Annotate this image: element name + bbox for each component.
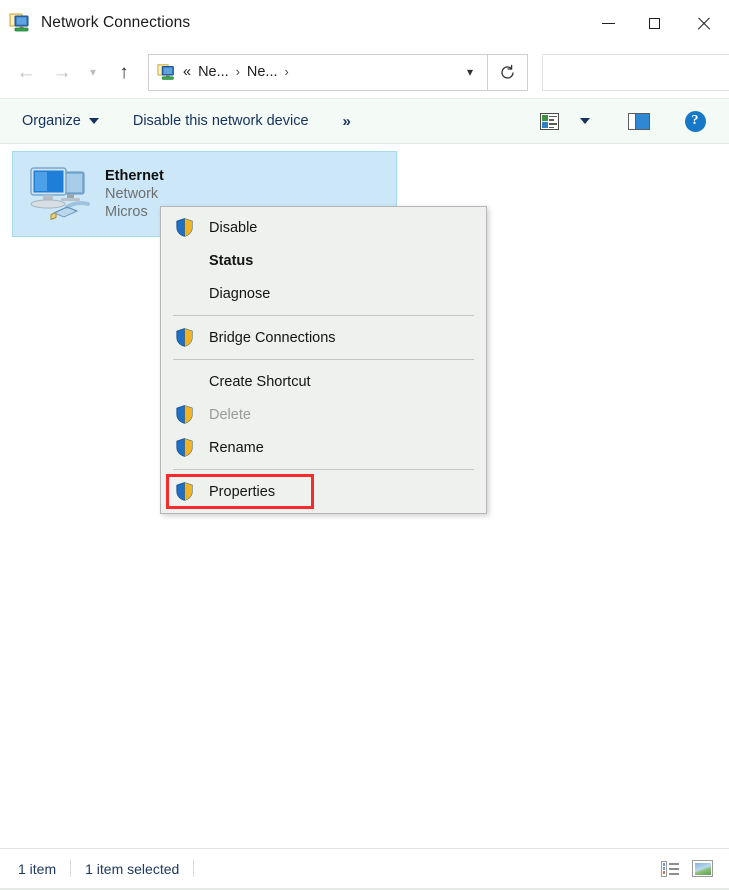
breadcrumb-separator-1[interactable]: ›	[236, 65, 240, 79]
help-icon: ?	[684, 110, 706, 132]
change-view-icon	[539, 112, 559, 130]
menu-item-label: Diagnose	[209, 285, 271, 302]
large-icons-view-button[interactable]	[692, 860, 713, 877]
shield-icon	[173, 328, 195, 347]
details-view-icon	[661, 860, 680, 877]
status-item-count: 1 item	[18, 860, 57, 877]
connection-name: Ethernet	[105, 168, 164, 184]
refresh-button[interactable]	[488, 53, 528, 91]
menu-separator	[173, 315, 474, 316]
large-icons-view-icon	[692, 860, 713, 877]
connection-adapter: Micros	[105, 204, 148, 220]
toolbar-right-group: ?	[527, 101, 717, 141]
connection-labels: Ethernet Network Micros	[105, 168, 164, 220]
menu-item-disable[interactable]: Disable	[161, 211, 486, 244]
menu-item-label: Rename	[209, 439, 264, 456]
forward-button[interactable]: →	[44, 55, 80, 89]
breadcrumb-item-1[interactable]: Ne...	[198, 64, 229, 80]
recent-locations-button[interactable]: ▾	[80, 55, 106, 89]
up-button[interactable]: ↑	[106, 55, 142, 89]
network-connections-icon	[9, 12, 31, 34]
shield-icon	[173, 405, 195, 424]
organize-button[interactable]: Organize	[22, 113, 99, 129]
menu-item-properties[interactable]: Properties	[161, 475, 486, 508]
close-button[interactable]	[677, 0, 729, 46]
preview-pane-button[interactable]	[617, 101, 661, 141]
change-view-button[interactable]	[527, 101, 571, 141]
help-button[interactable]: ?	[673, 101, 717, 141]
forward-arrow-icon: →	[52, 61, 72, 83]
status-divider-2	[193, 860, 195, 877]
navigation-bar: ← → ▾ ↑ « Ne... › Ne... › ▾	[0, 46, 729, 98]
menu-item-bridge-connections[interactable]: Bridge Connections	[161, 321, 486, 354]
chevron-down-icon: ▾	[89, 65, 97, 79]
help-glyph: ?	[691, 113, 699, 128]
maximize-icon	[648, 17, 660, 29]
network-connections-window: Network Connections ← → ▾ ↑ « Ne... › Ne…	[0, 0, 729, 890]
menu-item-label: Disable	[209, 219, 258, 236]
refresh-icon	[501, 64, 514, 79]
organize-label: Organize	[22, 113, 81, 129]
status-divider-1	[70, 860, 72, 877]
close-icon	[696, 16, 711, 31]
details-view-button[interactable]	[661, 860, 680, 877]
chevron-down-icon: ▾	[466, 65, 474, 79]
minimize-button[interactable]	[585, 0, 631, 46]
breadcrumb: « Ne... › Ne... ›	[183, 64, 289, 80]
back-arrow-icon: ←	[16, 61, 36, 83]
status-selection: 1 item selected	[85, 860, 180, 877]
command-toolbar: Organize Disable this network device » ?	[0, 98, 729, 144]
menu-item-create-shortcut[interactable]: Create Shortcut	[161, 365, 486, 398]
context-menu: Disable Status Diagnose Bridge Connections C…	[160, 206, 487, 514]
status-view-buttons	[661, 860, 719, 877]
connection-network: Network	[105, 186, 159, 202]
ethernet-adapter-icon	[27, 164, 93, 224]
title-bar: Network Connections	[0, 0, 729, 46]
view-dropdown-caret-icon	[580, 118, 590, 124]
up-arrow-icon: ↑	[119, 61, 129, 83]
shield-icon	[173, 438, 195, 457]
address-bar[interactable]: « Ne... › Ne... › ▾	[148, 53, 488, 91]
view-dropdown-button[interactable]	[571, 101, 599, 141]
menu-item-delete: Delete	[161, 398, 486, 431]
menu-item-label: Create Shortcut	[209, 373, 311, 390]
maximize-button[interactable]	[631, 0, 677, 46]
menu-item-diagnose[interactable]: Diagnose	[161, 277, 486, 310]
menu-separator	[173, 469, 474, 470]
status-bar: 1 item 1 item selected	[0, 848, 729, 888]
menu-item-label: Bridge Connections	[209, 329, 336, 346]
menu-item-status[interactable]: Status	[161, 244, 486, 277]
breadcrumb-separator-2[interactable]: ›	[285, 65, 289, 79]
window-controls	[585, 0, 729, 46]
shield-icon	[173, 482, 195, 501]
window-title: Network Connections	[41, 14, 191, 31]
minimize-icon	[601, 22, 615, 24]
search-box[interactable]	[542, 53, 729, 91]
preview-pane-icon	[628, 112, 650, 130]
toolbar-overflow-button[interactable]: »	[343, 113, 351, 130]
breadcrumb-root[interactable]: «	[183, 64, 191, 80]
disable-network-device-button[interactable]: Disable this network device	[133, 113, 309, 129]
shield-icon	[173, 218, 195, 237]
menu-separator	[173, 359, 474, 360]
chevron-down-icon	[88, 118, 99, 124]
address-network-connections-icon	[157, 63, 176, 82]
connections-list: Ethernet Network Micros Disable Status Dia…	[0, 144, 729, 848]
disable-network-device-label: Disable this network device	[132, 113, 309, 129]
menu-item-label: Properties	[209, 483, 276, 500]
back-button[interactable]: ←	[8, 55, 44, 89]
search-input[interactable]	[543, 54, 729, 90]
address-dropdown-button[interactable]: ▾	[453, 55, 487, 90]
breadcrumb-item-2[interactable]: Ne...	[247, 64, 278, 80]
menu-item-rename[interactable]: Rename	[161, 431, 486, 464]
menu-item-label: Delete	[209, 406, 251, 423]
menu-item-label: Status	[209, 252, 254, 269]
